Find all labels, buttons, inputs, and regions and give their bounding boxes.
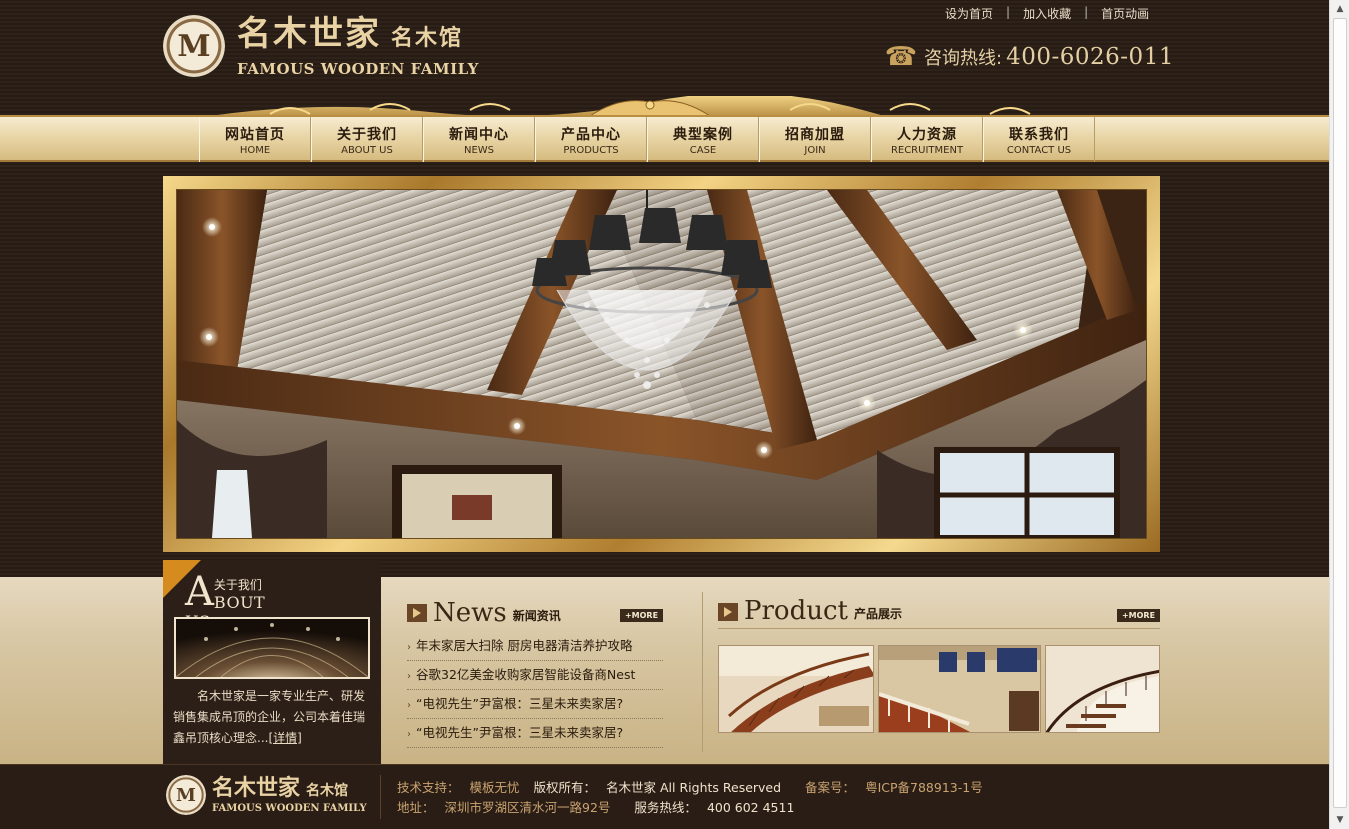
footer-copyright-label: 版权所有：	[533, 780, 597, 795]
nav-item-join[interactable]: 招商加盟 JOIN	[759, 117, 871, 162]
news-item[interactable]: › 年末家居大扫除 厨房电器清洁养护攻略	[407, 632, 663, 661]
news-item[interactable]: › “电视先生”尹富根：三星未来卖家居?	[407, 690, 663, 719]
page: M 名木世家 名木馆 FAMOUS WOODEN FAMILY 设为首页 | 加入…	[0, 0, 1329, 829]
site-logo[interactable]: M 名木世家 名木馆 FAMOUS WOODEN FAMILY	[163, 14, 479, 78]
header: M 名木世家 名木馆 FAMOUS WOODEN FAMILY 设为首页 | 加入…	[0, 0, 1329, 118]
about-image[interactable]	[174, 617, 370, 679]
banner-frame	[163, 176, 1160, 552]
scroll-down-icon[interactable]: ▼	[1333, 813, 1347, 827]
about-panel: A 关于我们 BOUT US 名木世家是一家专业生产、研发销售集成吊顶的企业，公…	[163, 560, 381, 764]
arrow-icon	[718, 603, 738, 621]
footer-logo-en: FAMOUS WOODEN FAMILY	[212, 803, 367, 814]
bullet-icon: ›	[407, 729, 411, 740]
about-more-link[interactable]: [详情]	[268, 731, 301, 745]
nav-item-news[interactable]: 新闻中心 NEWS	[423, 117, 535, 162]
news-header: News 新闻资讯 +MORE	[407, 600, 663, 626]
product-title-cn: 产品展示	[853, 607, 902, 621]
footer-icp-label: 备案号：	[805, 780, 856, 795]
product-thumbnails	[718, 645, 1160, 733]
scrollbar-thumb[interactable]	[1333, 18, 1347, 808]
news-item[interactable]: › 谷歌32亿美金收购家居智能设备商Nest	[407, 661, 663, 690]
footer-copyright-value: 名木世家 All Rights Reserved	[606, 780, 782, 795]
hotline-label: 咨询热线:	[924, 48, 1003, 69]
banner-image[interactable]	[176, 189, 1147, 539]
about-title-letter: A	[185, 569, 214, 615]
news-item[interactable]: › “电视先生”尹富根：三星未来卖家居?	[407, 719, 663, 748]
about-description: 名木世家是一家专业生产、研发销售集成吊顶的企业，公司本着佳瑞鑫吊顶核心理念...…	[173, 689, 366, 745]
set-homepage-link[interactable]: 设为首页	[945, 5, 993, 22]
product-thumbnail[interactable]	[1045, 645, 1160, 733]
nav-item-case[interactable]: 典型案例 CASE	[647, 117, 759, 162]
footer-divider	[380, 775, 381, 819]
section-divider	[702, 592, 703, 752]
footer-logo-cn: 名木世家 名木馆	[212, 775, 349, 801]
bullet-icon: ›	[407, 671, 411, 682]
product-title-en: Product	[744, 596, 848, 626]
home-animation-link[interactable]: 首页动画	[1101, 5, 1149, 22]
product-thumbnail[interactable]	[718, 645, 874, 733]
product-header: Product 产品展示 +MORE	[718, 596, 1160, 629]
news-title-en: News	[433, 598, 507, 628]
bullet-icon: ›	[407, 700, 411, 711]
nav-item-recruitment[interactable]: 人力资源 RECRUITMENT	[871, 117, 983, 162]
nav-item-home[interactable]: 网站首页 HOME	[199, 117, 311, 162]
top-links: 设为首页 | 加入收藏 | 首页动画	[945, 5, 1149, 22]
arrow-icon	[407, 604, 427, 622]
news-more-button[interactable]: +MORE	[620, 609, 663, 622]
link-separator: |	[1006, 5, 1011, 19]
footer-service-value: 400 602 4511	[706, 800, 795, 815]
bullet-icon: ›	[407, 642, 411, 653]
logo-name-en: FAMOUS WOODEN FAMILY	[237, 60, 479, 78]
logo-name-sub: 名木馆	[391, 25, 464, 51]
vertical-scrollbar[interactable]: ▲ ▼	[1329, 0, 1349, 829]
logo-emblem-icon: M	[166, 775, 206, 815]
add-favorite-link[interactable]: 加入收藏	[1023, 5, 1071, 22]
footer-logo[interactable]: M 名木世家 名木馆 FAMOUS WOODEN FAMILY	[166, 775, 367, 815]
product-more-button[interactable]: +MORE	[1117, 609, 1160, 622]
footer-info: 技术支持： 模板无忧 版权所有： 名木世家 All Rights Reserved …	[397, 778, 993, 818]
footer-tech-label: 技术支持：	[397, 780, 460, 795]
product-section: Product 产品展示 +MORE	[718, 596, 1160, 733]
nav-item-contact[interactable]: 联系我们 CONTACT US	[983, 117, 1095, 162]
news-section: News 新闻资讯 +MORE › 年末家居大扫除 厨房电器清洁养护攻略 › 谷歌3…	[407, 600, 663, 748]
logo-name-cn: 名木世家 名木馆	[237, 14, 464, 54]
footer-tech-link[interactable]: 模板无忧	[470, 780, 520, 795]
logo-emblem-icon: M	[163, 15, 225, 77]
product-thumbnail[interactable]	[878, 645, 1041, 733]
nav-item-about[interactable]: 关于我们 ABOUT US	[311, 117, 423, 162]
footer-icp-link[interactable]: 粤ICP备788913-1号	[865, 780, 983, 795]
news-list: › 年末家居大扫除 厨房电器清洁养护攻略 › 谷歌32亿美金收购家居智能设备商Nes…	[407, 632, 663, 748]
hotline: ☎ 咨询热线: 400-6026-011	[884, 42, 1174, 72]
main-nav: 网站首页 HOME 关于我们 ABOUT US 新闻中心 NEWS 产品中心 PRODU…	[0, 115, 1329, 162]
telephone-icon: ☎	[884, 42, 918, 72]
hotline-number: 400-6026-011	[1006, 44, 1174, 70]
footer-service-label: 服务热线：	[634, 800, 697, 815]
nav-item-products[interactable]: 产品中心 PRODUCTS	[535, 117, 647, 162]
footer-address-label: 地址：	[397, 800, 435, 815]
news-title-cn: 新闻资讯	[512, 609, 561, 623]
footer-address-value: 深圳市罗湖区清水河一路92号	[444, 800, 611, 815]
scroll-up-icon[interactable]: ▲	[1333, 2, 1347, 16]
link-separator: |	[1084, 5, 1089, 19]
footer: M 名木世家 名木馆 FAMOUS WOODEN FAMILY 技术支持： 模板无忧…	[0, 764, 1329, 829]
